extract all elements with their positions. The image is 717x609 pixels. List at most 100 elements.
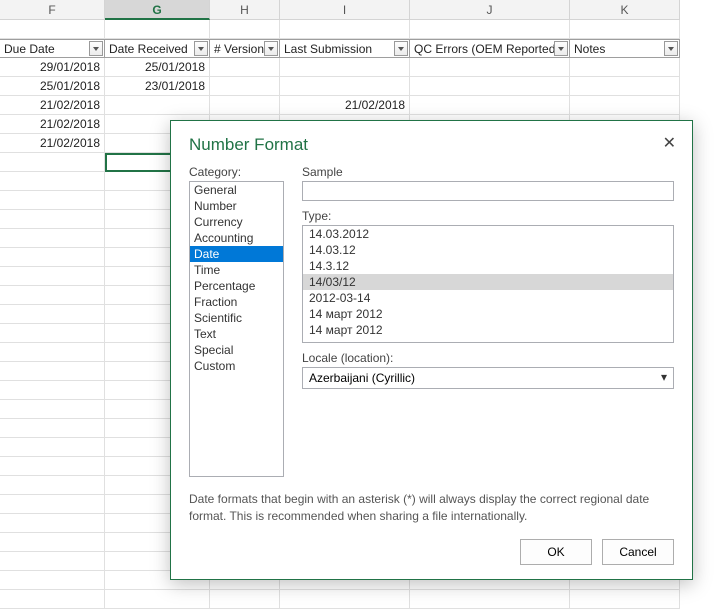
cell-F13[interactable] [0,248,105,267]
cell-H5[interactable] [210,96,280,115]
cell-F20[interactable] [0,381,105,400]
type-item[interactable]: 14.03.2012 [303,226,673,242]
type-item[interactable]: 14.03.12 [303,242,673,258]
cell-F11[interactable] [0,210,105,229]
cell-F3[interactable]: 29/01/2018 [0,58,105,77]
col-header-H[interactable]: H [210,0,280,20]
cell-K3[interactable] [570,58,680,77]
cell-J31[interactable] [410,590,570,609]
type-item[interactable]: 2012-03-14 [303,290,673,306]
cell-F17[interactable] [0,324,105,343]
type-item[interactable]: 14.3.12 [303,258,673,274]
cell-F5[interactable]: 21/02/2018 [0,96,105,115]
close-icon[interactable]: ✕ [657,131,682,155]
cell-I4[interactable] [280,77,410,96]
cell-blank[interactable] [280,20,410,39]
cell-F25[interactable] [0,476,105,495]
category-item[interactable]: Scientific [190,310,283,326]
cell-F10[interactable] [0,191,105,210]
cell-F12[interactable] [0,229,105,248]
cell-F30[interactable] [0,571,105,590]
col-header-J[interactable]: J [410,0,570,20]
cell-blank[interactable] [410,20,570,39]
cell-H3[interactable] [210,58,280,77]
category-item[interactable]: General [190,182,283,198]
cell-K5[interactable] [570,96,680,115]
cell-I31[interactable] [280,590,410,609]
cell-F14[interactable] [0,267,105,286]
cell-F31[interactable] [0,590,105,609]
category-list[interactable]: GeneralNumberCurrencyAccountingDateTimeP… [189,181,284,477]
locale-select[interactable]: Azerbaijani (Cyrillic) [302,367,674,389]
category-item[interactable]: Time [190,262,283,278]
cell-F26[interactable] [0,495,105,514]
table-header-F[interactable]: Due Date [0,39,105,58]
cell-F4[interactable]: 25/01/2018 [0,77,105,96]
category-item[interactable]: Special [190,342,283,358]
filter-icon[interactable] [664,41,678,56]
category-item[interactable]: Accounting [190,230,283,246]
ok-button[interactable]: OK [520,539,592,565]
type-list[interactable]: 14.03.201214.03.1214.3.1214/03/122012-03… [302,225,674,343]
cancel-button[interactable]: Cancel [602,539,674,565]
table-header-I[interactable]: Last Submission [280,39,410,58]
cell-I5[interactable]: 21/02/2018 [280,96,410,115]
table-header-J[interactable]: QC Errors (OEM Reported) [410,39,570,58]
cell-F22[interactable] [0,419,105,438]
cell-K31[interactable] [570,590,680,609]
cell-F29[interactable] [0,552,105,571]
filter-icon[interactable] [394,41,408,56]
filter-icon[interactable] [194,41,208,56]
category-item[interactable]: Date [190,246,283,262]
category-item[interactable]: Percentage [190,278,283,294]
cell-G5[interactable] [105,96,210,115]
col-header-I[interactable]: I [280,0,410,20]
type-item[interactable]: 14 март 2012 [303,306,673,322]
category-item[interactable]: Currency [190,214,283,230]
category-item[interactable]: Custom [190,358,283,374]
col-header-F[interactable]: F [0,0,105,20]
cell-blank[interactable] [570,20,680,39]
cell-F15[interactable] [0,286,105,305]
cell-F19[interactable] [0,362,105,381]
cell-J3[interactable] [410,58,570,77]
category-item[interactable]: Number [190,198,283,214]
cell-I3[interactable] [280,58,410,77]
cell-G3[interactable]: 25/01/2018 [105,58,210,77]
cell-H4[interactable] [210,77,280,96]
category-item[interactable]: Fraction [190,294,283,310]
cell-J4[interactable] [410,77,570,96]
cell-F8[interactable] [0,153,105,172]
cell-F24[interactable] [0,457,105,476]
category-item[interactable]: Text [190,326,283,342]
table-header-K[interactable]: Notes [570,39,680,58]
type-item[interactable]: 14/03/12 [303,274,673,290]
cell-J5[interactable] [410,96,570,115]
cell-F6[interactable]: 21/02/2018 [0,115,105,134]
filter-icon[interactable] [89,41,103,56]
type-item[interactable]: 14 март 2012 [303,322,673,338]
table-header-G[interactable]: Date Received [105,39,210,58]
filter-icon[interactable] [554,41,568,56]
cell-F28[interactable] [0,533,105,552]
cell-blank[interactable] [210,20,280,39]
dialog-title: Number Format [171,121,692,161]
cell-blank[interactable] [105,20,210,39]
cell-F27[interactable] [0,514,105,533]
number-format-dialog: Number Format ✕ Category: GeneralNumberC… [170,120,693,580]
cell-K4[interactable] [570,77,680,96]
cell-F23[interactable] [0,438,105,457]
cell-F9[interactable] [0,172,105,191]
cell-H31[interactable] [210,590,280,609]
col-header-K[interactable]: K [570,0,680,20]
cell-F7[interactable]: 21/02/2018 [0,134,105,153]
cell-F18[interactable] [0,343,105,362]
cell-F16[interactable] [0,305,105,324]
cell-G4[interactable]: 23/01/2018 [105,77,210,96]
table-header-H[interactable]: # Versions [210,39,280,58]
filter-icon[interactable] [264,41,278,56]
cell-F21[interactable] [0,400,105,419]
cell-G31[interactable] [105,590,210,609]
col-header-G[interactable]: G [105,0,210,20]
cell-blank[interactable] [0,20,105,39]
